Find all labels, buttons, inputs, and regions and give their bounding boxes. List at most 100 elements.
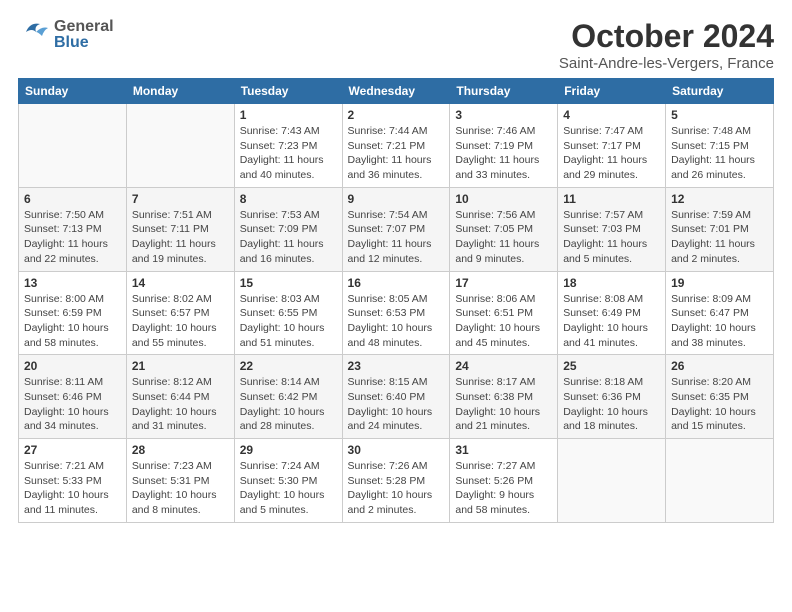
day-info-line: Sunset: 7:09 PM [240,222,337,237]
day-info-line: Sunrise: 7:27 AM [455,459,552,474]
day-info-line: Daylight: 10 hours and 18 minutes. [563,405,660,434]
day-info-line: Daylight: 11 hours and 33 minutes. [455,153,552,182]
day-number: 6 [24,192,121,206]
day-info-line: Sunset: 6:59 PM [24,306,121,321]
day-info-line: Sunrise: 7:59 AM [671,208,768,223]
day-info-line: Sunrise: 8:20 AM [671,375,768,390]
calendar-week-row: 6Sunrise: 7:50 AMSunset: 7:13 PMDaylight… [19,187,774,271]
calendar-cell: 22Sunrise: 8:14 AMSunset: 6:42 PMDayligh… [234,355,342,439]
day-number: 16 [348,276,445,290]
day-info-line: Sunrise: 8:05 AM [348,292,445,307]
day-info-line: Sunset: 7:01 PM [671,222,768,237]
day-info-line: Sunset: 7:15 PM [671,139,768,154]
day-info-line: Sunrise: 7:21 AM [24,459,121,474]
calendar-cell: 31Sunrise: 7:27 AMSunset: 5:26 PMDayligh… [450,439,558,523]
day-info-line: Sunrise: 7:57 AM [563,208,660,223]
day-info-line: Sunset: 6:57 PM [132,306,229,321]
day-info-line: Sunset: 6:42 PM [240,390,337,405]
day-info-line: Daylight: 10 hours and 31 minutes. [132,405,229,434]
calendar-cell: 12Sunrise: 7:59 AMSunset: 7:01 PMDayligh… [666,187,774,271]
day-info-line: Sunrise: 8:09 AM [671,292,768,307]
day-info-line: Sunrise: 7:26 AM [348,459,445,474]
day-of-week-header: Monday [126,79,234,104]
day-info-line: Sunset: 6:49 PM [563,306,660,321]
day-number: 21 [132,359,229,373]
day-number: 15 [240,276,337,290]
day-info-line: Sunset: 7:17 PM [563,139,660,154]
day-info-line: Sunset: 6:44 PM [132,390,229,405]
day-info-line: Sunrise: 7:44 AM [348,124,445,139]
day-info-line: Daylight: 10 hours and 2 minutes. [348,488,445,517]
day-info-line: Daylight: 10 hours and 41 minutes. [563,321,660,350]
calendar-cell: 30Sunrise: 7:26 AMSunset: 5:28 PMDayligh… [342,439,450,523]
day-info-line: Sunset: 5:30 PM [240,474,337,489]
day-info-line: Daylight: 11 hours and 2 minutes. [671,237,768,266]
day-info-line: Sunset: 5:33 PM [24,474,121,489]
day-info-line: Sunrise: 7:53 AM [240,208,337,223]
day-info-line: Sunrise: 7:51 AM [132,208,229,223]
day-info-line: Sunrise: 8:12 AM [132,375,229,390]
day-info-line: Sunrise: 8:15 AM [348,375,445,390]
calendar-cell: 26Sunrise: 8:20 AMSunset: 6:35 PMDayligh… [666,355,774,439]
calendar-cell: 9 Sunrise: 7:54 AMSunset: 7:07 PMDaylight… [342,187,450,271]
day-info-line: Sunset: 6:38 PM [455,390,552,405]
calendar-cell: 19Sunrise: 8:09 AMSunset: 6:47 PMDayligh… [666,271,774,355]
day-info-line: Daylight: 11 hours and 22 minutes. [24,237,121,266]
calendar-cell: 23Sunrise: 8:15 AMSunset: 6:40 PMDayligh… [342,355,450,439]
day-number: 5 [671,108,768,122]
day-info-line: Sunrise: 8:02 AM [132,292,229,307]
day-info-line: Sunset: 5:26 PM [455,474,552,489]
day-info-line: Sunset: 6:40 PM [348,390,445,405]
day-info-line: Sunset: 5:31 PM [132,474,229,489]
calendar-cell: 21 Sunrise: 8:12 AMSunset: 6:44 PMDayligh… [126,355,234,439]
day-number: 4 [563,108,660,122]
day-info-line: Daylight: 10 hours and 8 minutes. [132,488,229,517]
day-info-line: Sunrise: 8:18 AM [563,375,660,390]
day-info-line: Daylight: 11 hours and 19 minutes. [132,237,229,266]
day-info-line: Daylight: 11 hours and 12 minutes. [348,237,445,266]
day-info-line: Sunrise: 7:54 AM [348,208,445,223]
day-number: 9 [348,192,445,206]
day-of-week-header: Sunday [19,79,127,104]
day-number: 3 [455,108,552,122]
day-info-line: Sunset: 6:36 PM [563,390,660,405]
calendar-cell: 28Sunrise: 7:23 AMSunset: 5:31 PMDayligh… [126,439,234,523]
day-info-line: Daylight: 11 hours and 9 minutes. [455,237,552,266]
calendar-cell: 18Sunrise: 8:08 AMSunset: 6:49 PMDayligh… [558,271,666,355]
day-info-line: Sunrise: 8:08 AM [563,292,660,307]
day-info-line: Sunrise: 7:46 AM [455,124,552,139]
day-info-line: Sunset: 7:21 PM [348,139,445,154]
calendar-cell: 5Sunrise: 7:48 AMSunset: 7:15 PMDaylight… [666,104,774,188]
day-number: 17 [455,276,552,290]
calendar-cell: 7Sunrise: 7:51 AMSunset: 7:11 PMDaylight… [126,187,234,271]
calendar-cell: 8Sunrise: 7:53 AMSunset: 7:09 PMDaylight… [234,187,342,271]
day-info-line: Sunrise: 8:03 AM [240,292,337,307]
calendar-cell [126,104,234,188]
day-info-line: Daylight: 11 hours and 16 minutes. [240,237,337,266]
calendar-week-row: 13Sunrise: 8:00 AMSunset: 6:59 PMDayligh… [19,271,774,355]
calendar-week-row: 1Sunrise: 7:43 AMSunset: 7:23 PMDaylight… [19,104,774,188]
day-info-line: Sunset: 7:07 PM [348,222,445,237]
day-info-line: Sunset: 6:51 PM [455,306,552,321]
day-of-week-header: Wednesday [342,79,450,104]
calendar-cell: 29Sunrise: 7:24 AMSunset: 5:30 PMDayligh… [234,439,342,523]
day-number: 25 [563,359,660,373]
day-info-line: Daylight: 10 hours and 5 minutes. [240,488,337,517]
day-info-line: Sunrise: 7:50 AM [24,208,121,223]
day-number: 24 [455,359,552,373]
calendar-cell [666,439,774,523]
day-number: 30 [348,443,445,457]
calendar-cell: 25 Sunrise: 8:18 AMSunset: 6:36 PMDayligh… [558,355,666,439]
day-number: 26 [671,359,768,373]
logo-general: General [54,19,114,35]
calendar-cell: 15Sunrise: 8:03 AMSunset: 6:55 PMDayligh… [234,271,342,355]
day-info-line: Sunset: 7:13 PM [24,222,121,237]
calendar-cell: 27Sunrise: 7:21 AMSunset: 5:33 PMDayligh… [19,439,127,523]
day-info-line: Sunrise: 8:17 AM [455,375,552,390]
day-info-line: Sunset: 7:23 PM [240,139,337,154]
day-info-line: Sunrise: 7:23 AM [132,459,229,474]
day-info-line: Sunrise: 7:47 AM [563,124,660,139]
day-number: 22 [240,359,337,373]
day-number: 29 [240,443,337,457]
month-title: October 2024 [571,18,774,55]
